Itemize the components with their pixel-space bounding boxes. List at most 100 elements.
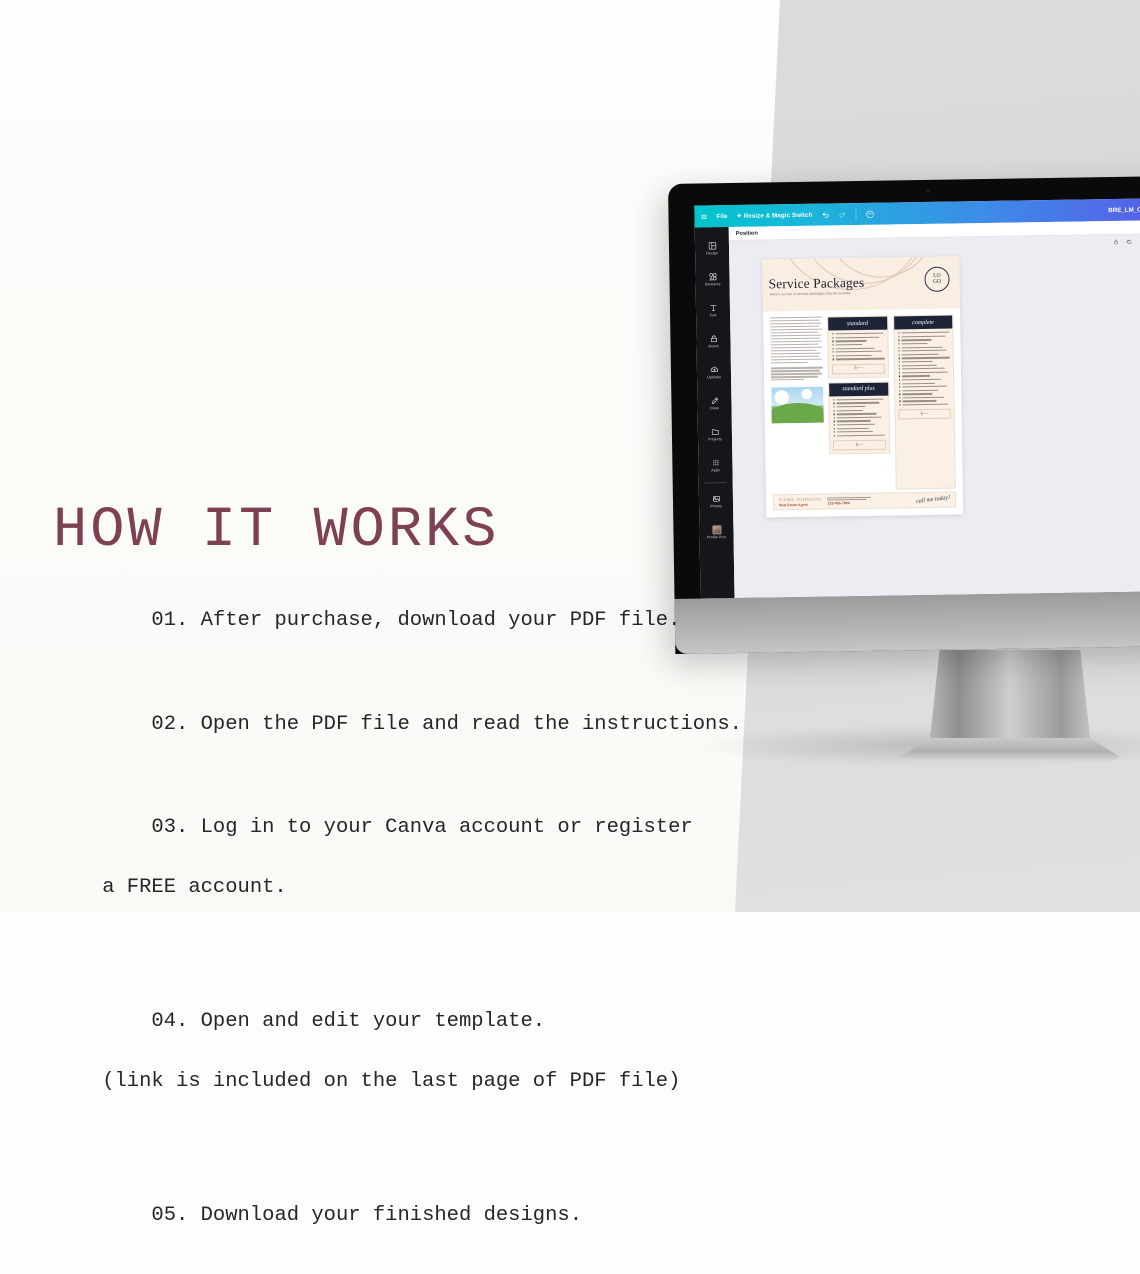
sidebar-label-photos: Photos bbox=[710, 503, 722, 508]
lock-icon[interactable] bbox=[1113, 239, 1119, 245]
document-footer: NAME JOHNSON Real Estate Agent 123-456-7… bbox=[772, 491, 957, 511]
toolbar-divider bbox=[855, 208, 857, 220]
draw-icon bbox=[710, 396, 719, 405]
package-price-standard-plus: $--- bbox=[833, 439, 886, 451]
text-icon bbox=[708, 303, 717, 312]
sidebar-label-elements: Elements bbox=[704, 281, 721, 286]
agent-identity: NAME JOHNSON Real Estate Agent bbox=[779, 496, 822, 507]
stand-foot bbox=[900, 738, 1120, 762]
sidebar-item-profile-pics[interactable]: Profile Pics bbox=[700, 516, 732, 547]
canva-main-area: Position Service Packages Here's our lis… bbox=[728, 219, 1140, 599]
document-title: Service Packages bbox=[768, 274, 865, 292]
apps-icon bbox=[711, 458, 720, 467]
sidebar-item-uploads[interactable]: Uploads bbox=[698, 356, 730, 387]
step-line-1: 04. Open and edit your template. bbox=[151, 1009, 546, 1033]
package-name-standard: standard bbox=[828, 316, 887, 331]
list-item: 03. Log in to your Canva account or regi… bbox=[53, 784, 693, 964]
sidebar-label-draw: Draw bbox=[710, 405, 719, 410]
body-paragraph bbox=[770, 316, 823, 364]
logo-line-2: GO bbox=[932, 278, 942, 285]
position-button[interactable]: Position bbox=[736, 230, 758, 236]
redo-icon[interactable] bbox=[838, 210, 846, 218]
profile-pics-icon bbox=[711, 524, 721, 534]
sidebar-label-projects: Projects bbox=[708, 436, 722, 441]
page-title: HOW IT WORKS bbox=[53, 499, 500, 563]
resize-magic-switch-button[interactable]: ✦ Resize & Magic Switch bbox=[737, 211, 813, 219]
canva-canvas-area[interactable]: Service Packages Here's our list of serv… bbox=[728, 233, 1140, 599]
document-text-column bbox=[770, 316, 825, 492]
body-paragraph bbox=[770, 366, 823, 381]
projects-icon bbox=[710, 427, 719, 436]
package-features bbox=[829, 395, 888, 439]
stand-neck bbox=[930, 650, 1090, 738]
sidebar-label-brand: Brand bbox=[708, 343, 719, 348]
sidebar-item-photos[interactable]: Photos bbox=[700, 485, 732, 516]
sidebar-item-brand[interactable]: Brand bbox=[697, 325, 729, 356]
canva-workspace: Design Elements Text Brand Uploads Draw … bbox=[694, 219, 1140, 599]
design-title[interactable]: BRE_LM_Commission-S bbox=[1108, 205, 1140, 213]
package-features bbox=[894, 329, 954, 409]
scene: File ✦ Resize & Magic Switch BRE_LM_Comm… bbox=[0, 0, 1140, 1227]
package-column-left: standard $--- standard plus $--- bbox=[827, 315, 890, 491]
canvas-float-tools bbox=[1113, 239, 1140, 246]
agent-name: NAME JOHNSON bbox=[778, 496, 822, 503]
sidebar-divider bbox=[704, 482, 727, 484]
uploads-icon bbox=[709, 365, 718, 374]
document-columns: standard $--- standard plus $--- complet… bbox=[770, 314, 956, 492]
desktop-monitor: File ✦ Resize & Magic Switch BRE_LM_Comm… bbox=[668, 175, 1140, 654]
photos-icon bbox=[711, 494, 720, 503]
package-card-standard-plus: standard plus $--- bbox=[828, 381, 890, 455]
agent-contact: 123-456-7890 bbox=[827, 496, 872, 506]
undo-icon[interactable] bbox=[821, 210, 829, 218]
how-it-works-section: HOW IT WORKS 01. After purchase, downloa… bbox=[53, 499, 742, 1274]
sidebar-item-draw[interactable]: Draw bbox=[698, 387, 730, 418]
package-card-complete: complete $--- bbox=[892, 314, 956, 490]
hamburger-icon[interactable] bbox=[700, 213, 708, 220]
list-item: 01. After purchase, download your PDF fi… bbox=[53, 576, 693, 666]
sidebar-item-apps[interactable]: Apps bbox=[699, 449, 731, 480]
sidebar-label-apps: Apps bbox=[711, 467, 720, 472]
sidebar-item-elements[interactable]: Elements bbox=[696, 263, 728, 294]
list-item: 04. Open and edit your template. (link i… bbox=[53, 977, 693, 1157]
list-item: 02. Open the PDF file and read the instr… bbox=[53, 680, 742, 770]
package-card-standard: standard $--- bbox=[827, 315, 889, 379]
package-name-complete: complete bbox=[893, 315, 953, 330]
sidebar-label-profile-pics: Profile Pics bbox=[706, 534, 727, 539]
design-document[interactable]: Service Packages Here's our list of serv… bbox=[762, 256, 964, 518]
step-line-2: (link is included on the last page of PD… bbox=[102, 1069, 681, 1093]
package-price-standard: $--- bbox=[831, 363, 885, 375]
sidebar-item-projects[interactable]: Projects bbox=[699, 418, 731, 449]
brand-icon bbox=[709, 334, 718, 343]
sidebar-item-design[interactable]: Design bbox=[696, 232, 728, 263]
sidebar-label-design: Design bbox=[706, 250, 719, 255]
step-line-1: 02. Open the PDF file and read the instr… bbox=[151, 712, 742, 736]
monitor-chin bbox=[674, 590, 1140, 654]
sidebar-item-text[interactable]: Text bbox=[697, 294, 729, 325]
sidebar-label-text: Text bbox=[709, 312, 717, 317]
step-line-1: 05. Download your finished designs. bbox=[151, 1203, 582, 1227]
elements-icon bbox=[708, 272, 717, 281]
monitor-stand bbox=[900, 650, 1120, 762]
steps-list: 01. After purchase, download your PDF fi… bbox=[53, 576, 742, 1274]
canva-sidebar: Design Elements Text Brand Uploads Draw … bbox=[694, 227, 735, 599]
step-line-2: a FREE account. bbox=[102, 876, 287, 900]
step-line-1: 03. Log in to your Canva account or regi… bbox=[151, 816, 693, 840]
list-item: 05. Download your finished designs. bbox=[53, 1171, 693, 1261]
resize-label: Resize & Magic Switch bbox=[743, 211, 813, 220]
monitor-screen: File ✦ Resize & Magic Switch BRE_LM_Comm… bbox=[694, 197, 1140, 599]
cloud-saved-icon[interactable] bbox=[865, 209, 874, 218]
sidebar-label-uploads: Uploads bbox=[707, 374, 722, 379]
package-name-standard-plus: standard plus bbox=[829, 382, 888, 397]
webcam-icon bbox=[926, 188, 931, 193]
package-column-right: complete $--- bbox=[892, 314, 956, 490]
package-price-complete: $--- bbox=[898, 408, 951, 420]
step-line-1: 01. After purchase, download your PDF fi… bbox=[151, 608, 681, 632]
landscape-photo bbox=[771, 387, 824, 424]
footer-cta: call me today! bbox=[915, 494, 951, 505]
agent-phone: 123-456-7890 bbox=[827, 501, 850, 506]
duplicate-icon[interactable] bbox=[1126, 239, 1132, 245]
package-features bbox=[828, 330, 887, 363]
file-menu-button[interactable]: File bbox=[716, 213, 727, 220]
design-icon bbox=[707, 241, 716, 250]
agent-role: Real Estate Agent bbox=[779, 503, 808, 508]
